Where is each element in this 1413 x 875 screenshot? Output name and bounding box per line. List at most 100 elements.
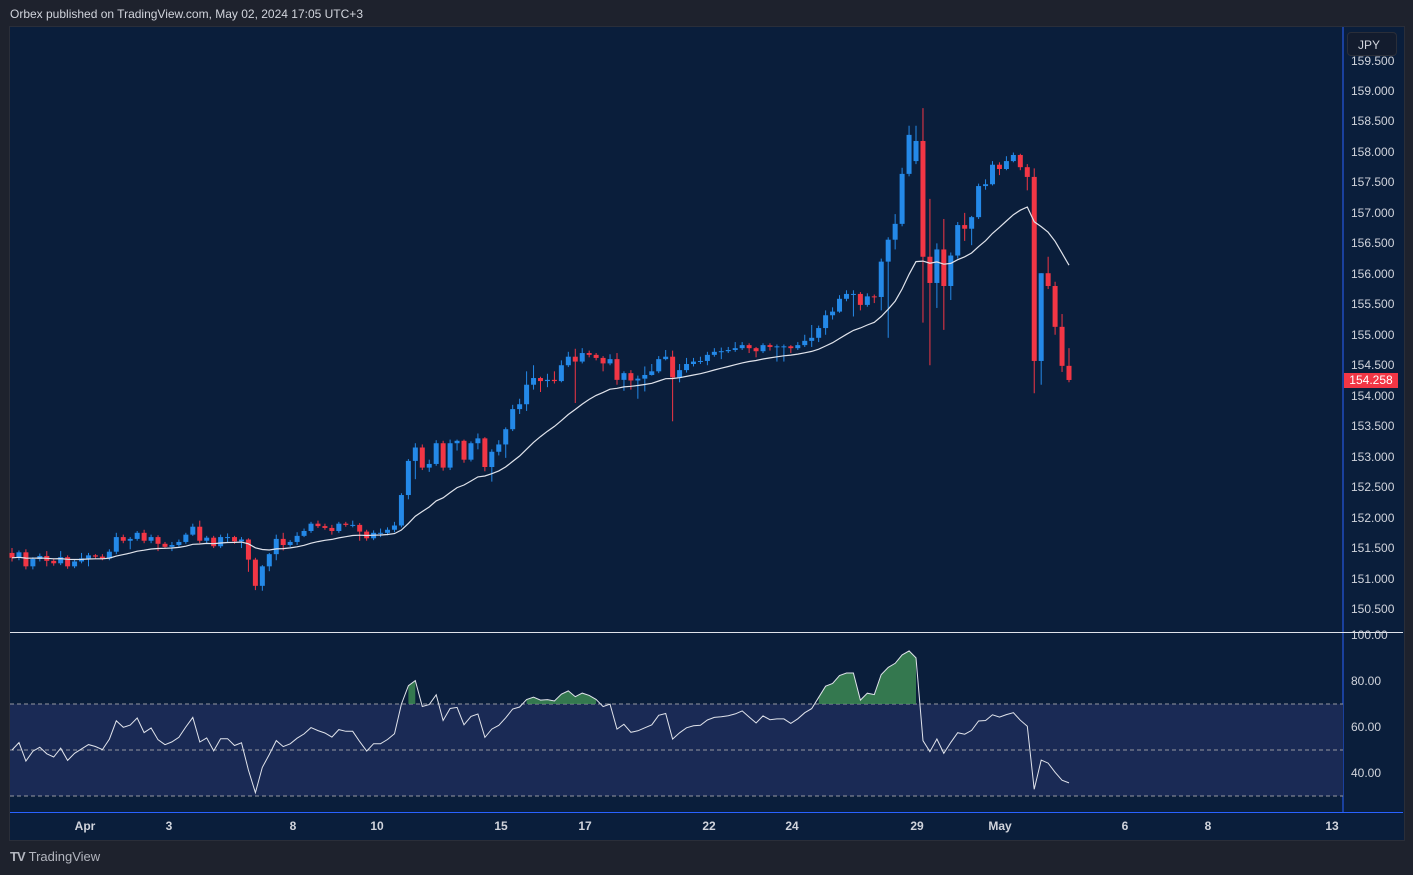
- candle-body: [892, 223, 898, 240]
- candle-body: [468, 443, 474, 460]
- candle-body: [232, 537, 238, 542]
- candle-body: [287, 541, 293, 546]
- date-tick-label: 29: [910, 819, 924, 833]
- brand-name[interactable]: TradingView: [29, 849, 101, 864]
- rsi-overbought-fill: [818, 650, 916, 704]
- candle-body: [725, 349, 731, 352]
- candle-body: [941, 249, 947, 287]
- candle-body: [391, 525, 397, 530]
- candle-body: [781, 346, 787, 348]
- candle-body: [1010, 154, 1016, 162]
- price-tick-label: 159.500: [1351, 53, 1395, 68]
- candle-body: [1066, 365, 1072, 380]
- candle-body: [524, 384, 530, 405]
- candle-body: [795, 345, 801, 349]
- date-tick-label: 3: [165, 819, 173, 833]
- chart-canvas[interactable]: [0, 0, 1413, 875]
- candle-body: [628, 373, 634, 381]
- candle-body: [245, 539, 251, 560]
- candle-body: [378, 532, 384, 534]
- price-tick-label: 154.500: [1351, 358, 1395, 373]
- rsi-tick-label: 100.00: [1351, 628, 1388, 642]
- price-tick-label: 158.500: [1351, 114, 1395, 129]
- date-tick-label: 6: [1121, 819, 1129, 833]
- candle-body: [238, 539, 244, 542]
- candle-body: [405, 460, 411, 496]
- candle-body: [148, 537, 154, 541]
- candle-body: [162, 543, 168, 547]
- candle-body: [266, 554, 272, 567]
- candle-body: [259, 566, 265, 586]
- date-tick-label: 13: [1325, 819, 1339, 833]
- price-tick-label: 156.500: [1351, 236, 1395, 251]
- candle-body: [753, 348, 759, 352]
- candle-body: [489, 451, 495, 467]
- candle-body: [802, 340, 808, 346]
- candle-body: [857, 293, 863, 305]
- candle-body: [322, 526, 328, 528]
- candle-body: [983, 184, 989, 187]
- candle-body: [273, 538, 279, 555]
- candle-body: [809, 337, 815, 341]
- candle-body: [816, 328, 822, 338]
- candle-body: [788, 346, 794, 349]
- candle-body: [225, 537, 231, 539]
- footer: TV TradingView: [10, 849, 100, 864]
- price-tick-label: 158.000: [1351, 144, 1395, 159]
- candle-body: [183, 534, 189, 542]
- candle-body: [113, 537, 119, 552]
- candle-body: [134, 532, 140, 539]
- candle-body: [315, 523, 321, 527]
- candle-body: [1017, 154, 1023, 168]
- date-tick-label: Apr: [74, 819, 96, 833]
- candle-body: [843, 293, 849, 299]
- candle-body: [280, 538, 286, 546]
- candle-body: [677, 370, 683, 378]
- candle-body: [871, 296, 877, 298]
- candle-body: [684, 364, 690, 371]
- candle-body: [614, 359, 620, 380]
- candle-body: [343, 523, 349, 525]
- candle-body: [565, 356, 571, 366]
- candle-body: [496, 444, 502, 452]
- candle-body: [141, 532, 147, 541]
- price-tick-label: 152.500: [1351, 480, 1395, 495]
- date-tick-label: 8: [1204, 819, 1212, 833]
- candle-body: [586, 353, 592, 355]
- candle-body: [976, 186, 982, 218]
- candle-body: [301, 530, 307, 536]
- rsi-tick-label: 80.00: [1351, 674, 1382, 688]
- currency-button[interactable]: JPY: [1347, 32, 1397, 56]
- price-tick-label: 153.000: [1351, 449, 1395, 464]
- candle-body: [969, 217, 975, 229]
- candle-body: [30, 559, 36, 567]
- candle-body: [934, 249, 940, 283]
- price-tick-label: 150.500: [1351, 601, 1395, 616]
- candle-body: [204, 537, 210, 541]
- candle-body: [294, 535, 300, 542]
- date-tick-label: 10: [370, 819, 384, 833]
- candle-body: [572, 356, 578, 362]
- candle-body: [579, 353, 585, 362]
- candle-body: [649, 371, 655, 375]
- candle-body: [1031, 176, 1037, 361]
- candle-body: [732, 348, 738, 350]
- candle-body: [336, 523, 342, 531]
- date-tick-label: 15: [494, 819, 508, 833]
- price-tick-label: 152.000: [1351, 510, 1395, 525]
- rsi-tick-label: 60.00: [1351, 720, 1382, 734]
- candle-body: [850, 293, 856, 295]
- candle-body: [607, 359, 613, 364]
- candle-body: [440, 443, 446, 468]
- candle-body: [538, 378, 543, 382]
- price-tick-label: 156.000: [1351, 266, 1395, 281]
- candle-body: [823, 315, 829, 329]
- candle-body: [656, 359, 662, 372]
- candle-body: [398, 495, 404, 526]
- candle-body: [990, 164, 996, 185]
- candle-body: [329, 527, 335, 531]
- candle-body: [433, 443, 439, 464]
- price-tick-label: 153.500: [1351, 419, 1395, 434]
- candle-body: [531, 378, 537, 385]
- date-tick-label: May: [988, 819, 1012, 833]
